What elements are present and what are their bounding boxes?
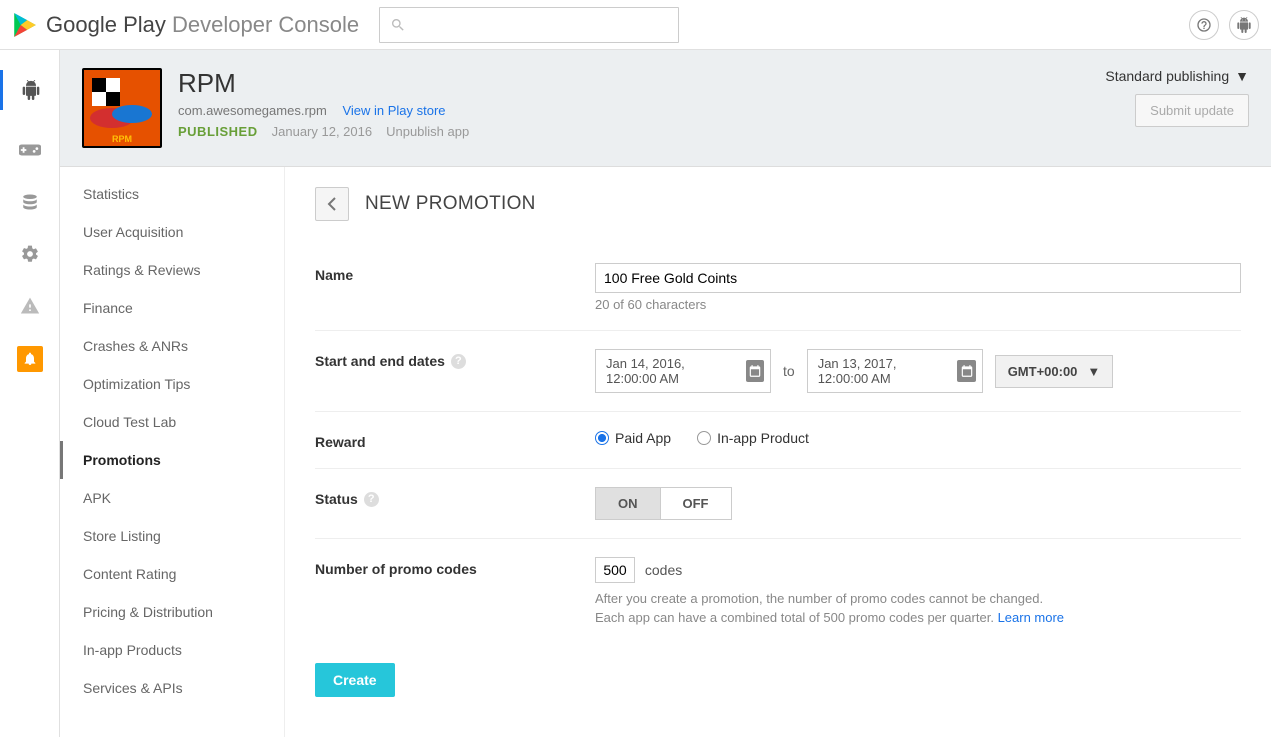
calendar-icon — [746, 360, 764, 382]
icon-rail — [0, 50, 60, 737]
app-header: RPM RPM com.awesomegames.rpm View in Pla… — [60, 50, 1271, 167]
codes-label: Number of promo codes — [315, 557, 595, 577]
rail-megaphone-icon[interactable] — [17, 346, 43, 372]
sidemenu-item-pricing-distribution[interactable]: Pricing & Distribution — [60, 593, 284, 631]
toggle-off[interactable]: OFF — [661, 488, 731, 519]
app-icon: RPM — [82, 68, 162, 148]
chevron-down-icon: ▼ — [1235, 68, 1249, 84]
chevron-down-icon: ▼ — [1087, 364, 1100, 379]
sidemenu-item-apk[interactable]: APK — [60, 479, 284, 517]
learn-more-link[interactable]: Learn more — [998, 610, 1064, 625]
sidemenu-item-finance[interactable]: Finance — [60, 289, 284, 327]
sidemenu-item-store-listing[interactable]: Store Listing — [60, 517, 284, 555]
toggle-on[interactable]: ON — [596, 488, 661, 519]
sidemenu-item-in-app-products[interactable]: In-app Products — [60, 631, 284, 669]
create-button[interactable]: Create — [315, 663, 395, 697]
play-triangle-icon — [12, 11, 38, 39]
rail-android-icon[interactable] — [0, 70, 59, 110]
sidemenu-item-optimization-tips[interactable]: Optimization Tips — [60, 365, 284, 403]
help-icon[interactable]: ? — [364, 492, 379, 507]
android-icon — [1236, 17, 1252, 33]
name-hint: 20 of 60 characters — [595, 297, 1241, 312]
radio-selected-icon — [595, 431, 609, 445]
name-label: Name — [315, 263, 595, 283]
calendar-icon — [957, 360, 975, 382]
help-icon[interactable]: ? — [451, 354, 466, 369]
side-menu: StatisticsUser AcquisitionRatings & Revi… — [60, 167, 285, 737]
rail-warning-icon[interactable] — [18, 294, 42, 318]
rail-database-icon[interactable] — [18, 190, 42, 214]
sidemenu-item-services-apis[interactable]: Services & APIs — [60, 669, 284, 707]
sidemenu-item-content-rating[interactable]: Content Rating — [60, 555, 284, 593]
end-date-input[interactable]: Jan 13, 2017, 12:00:00 AM — [807, 349, 983, 393]
chevron-left-icon — [327, 197, 337, 211]
sidemenu-item-user-acquisition[interactable]: User Acquisition — [60, 213, 284, 251]
dates-label: Start and end dates — [315, 353, 445, 369]
play-logo — [12, 11, 38, 39]
svg-text:RPM: RPM — [112, 134, 132, 144]
name-input[interactable] — [595, 263, 1241, 293]
topbar: Google Play Developer Console — [0, 0, 1271, 50]
codes-input[interactable] — [595, 557, 635, 583]
page-title: NEW PROMOTION — [365, 193, 536, 215]
help-button[interactable] — [1189, 10, 1219, 40]
rail-gear-icon[interactable] — [18, 242, 42, 266]
timezone-dropdown[interactable]: GMT+00:00 ▼ — [995, 355, 1114, 388]
package-name: com.awesomegames.rpm — [178, 103, 327, 118]
app-title: RPM — [178, 68, 469, 99]
publish-date: January 12, 2016 — [272, 124, 372, 139]
codes-suffix: codes — [645, 562, 682, 578]
form-area: NEW PROMOTION Name 20 of 60 characters S… — [285, 167, 1271, 737]
sidemenu-item-cloud-test-lab[interactable]: Cloud Test Lab — [60, 403, 284, 441]
codes-hint-1: After you create a promotion, the number… — [595, 591, 1241, 606]
android-button[interactable] — [1229, 10, 1259, 40]
reward-inapp-radio[interactable]: In-app Product — [697, 430, 809, 446]
radio-unselected-icon — [697, 431, 711, 445]
search-input[interactable] — [379, 7, 679, 43]
to-text: to — [783, 363, 795, 379]
brand-text: Google Play Developer Console — [46, 12, 359, 38]
reward-paid-radio[interactable]: Paid App — [595, 430, 671, 446]
sidemenu-item-ratings-reviews[interactable]: Ratings & Reviews — [60, 251, 284, 289]
submit-update-button[interactable]: Submit update — [1135, 94, 1249, 127]
start-date-input[interactable]: Jan 14, 2016, 12:00:00 AM — [595, 349, 771, 393]
sidemenu-item-promotions[interactable]: Promotions — [60, 441, 284, 479]
view-in-store-link[interactable]: View in Play store — [342, 103, 445, 118]
back-button[interactable] — [315, 187, 349, 221]
reward-label: Reward — [315, 430, 595, 450]
publishing-mode-dropdown[interactable]: Standard publishing ▼ — [1105, 68, 1249, 84]
codes-hint-2: Each app can have a combined total of 50… — [595, 610, 1241, 625]
status-toggle[interactable]: ON OFF — [595, 487, 732, 520]
unpublish-link[interactable]: Unpublish app — [386, 124, 469, 139]
sidemenu-item-crashes-anrs[interactable]: Crashes & ANRs — [60, 327, 284, 365]
search-icon — [390, 17, 406, 33]
sidemenu-item-statistics[interactable]: Statistics — [60, 175, 284, 213]
rail-gamepad-icon[interactable] — [18, 138, 42, 162]
status-label: Status — [315, 491, 358, 507]
help-icon — [1196, 17, 1212, 33]
publish-status: PUBLISHED — [178, 124, 258, 139]
